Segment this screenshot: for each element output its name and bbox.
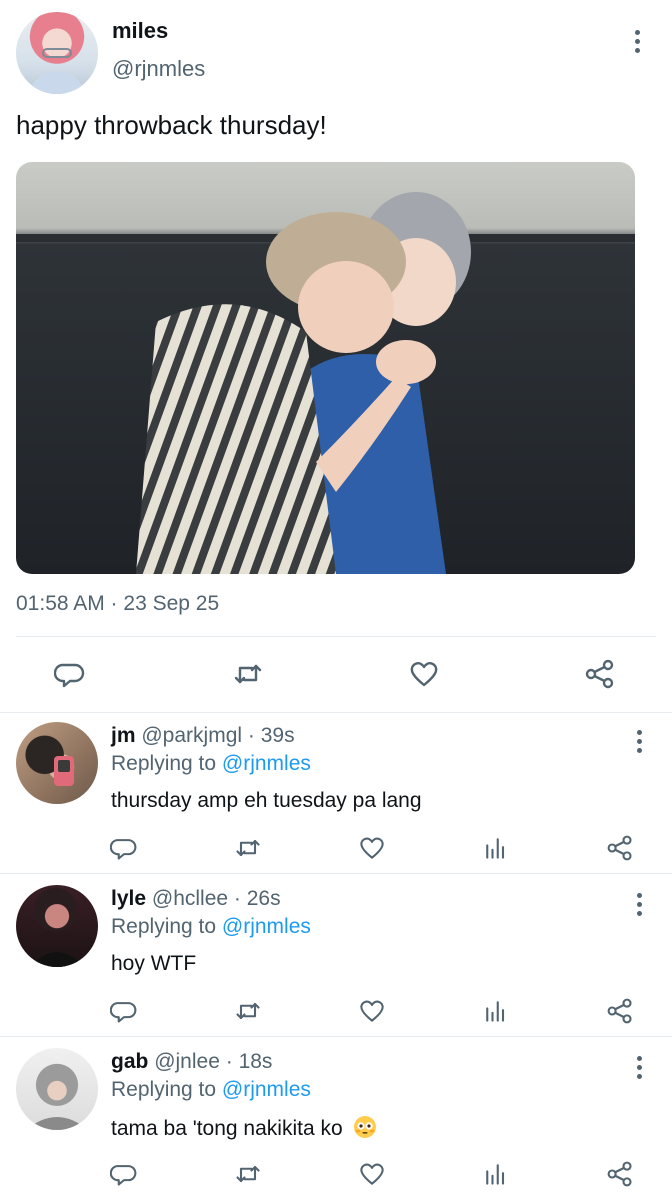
tweet-photo[interactable]: [16, 162, 635, 574]
reply-text: thursday amp eh tuesday pa lang: [111, 789, 422, 812]
reply-author-handle[interactable]: @jnlee: [154, 1050, 220, 1073]
avatar[interactable]: [16, 722, 98, 804]
more-options-icon[interactable]: [634, 30, 640, 53]
reply-author-name[interactable]: gab: [111, 1050, 148, 1073]
reply-age: 39s: [260, 724, 295, 747]
retweet-icon[interactable]: [232, 658, 264, 690]
replying-to-mention[interactable]: @rjnmles: [222, 915, 311, 938]
reply-icon[interactable]: [109, 997, 138, 1025]
reply-text: tama ba 'tong nakikita ko: [111, 1117, 343, 1140]
reply-separator: ·: [247, 724, 255, 747]
author-handle[interactable]: @rjnmles: [112, 56, 205, 82]
divider: [16, 636, 656, 637]
divider: [0, 873, 672, 874]
analytics-icon[interactable]: [482, 997, 510, 1025]
share-icon[interactable]: [606, 834, 634, 862]
reply-icon[interactable]: [109, 1160, 138, 1188]
analytics-icon[interactable]: [482, 834, 510, 862]
like-icon[interactable]: [358, 1160, 386, 1188]
reply-text: hoy WTF: [111, 952, 197, 975]
retweet-icon[interactable]: [234, 997, 262, 1025]
share-icon[interactable]: [584, 658, 616, 690]
author-name[interactable]: miles: [112, 18, 168, 44]
reply-author-handle[interactable]: @hcllee: [152, 887, 228, 910]
like-icon[interactable]: [408, 658, 440, 690]
replying-to-mention[interactable]: @rjnmles: [222, 752, 311, 775]
analytics-icon[interactable]: [482, 1160, 510, 1188]
tweet-timestamp: 01:58 AM · 23 Sep 25: [16, 592, 220, 615]
reply-tweet: lyle @hcllee · 26s Replying to @rjnmles …: [0, 875, 672, 1038]
avatar[interactable]: [16, 1048, 98, 1130]
reply-author-handle[interactable]: @parkjmgl: [141, 724, 242, 747]
retweet-icon[interactable]: [234, 1160, 262, 1188]
reply-separator: ·: [233, 887, 241, 910]
tweet-text: happy throwback thursday!: [16, 110, 327, 140]
more-options-icon[interactable]: [636, 1056, 642, 1079]
divider: [0, 1036, 672, 1037]
replying-to-mention[interactable]: @rjnmles: [222, 1078, 311, 1101]
retweet-icon[interactable]: [234, 834, 262, 862]
like-icon[interactable]: [358, 997, 386, 1025]
reply-tweet: gab @jnlee · 18s Replying to @rjnmles ta…: [0, 1038, 672, 1200]
reply-tweet: jm @parkjmgl · 39s Replying to @rjnmles …: [0, 712, 672, 875]
reply-age: 18s: [238, 1050, 273, 1073]
more-options-icon[interactable]: [636, 893, 642, 916]
replying-to: Replying to @rjnmles: [111, 915, 311, 938]
share-icon[interactable]: [606, 1160, 634, 1188]
main-tweet: miles @rjnmles happy throwback thursday!: [0, 0, 672, 712]
reply-icon[interactable]: [109, 834, 138, 862]
reply-author-name[interactable]: jm: [111, 724, 136, 747]
like-icon[interactable]: [358, 834, 386, 862]
reply-separator: ·: [225, 1050, 233, 1073]
flushed-face-emoji: [353, 1115, 377, 1139]
reply-text-container: tama ba 'tong nakikita ko: [111, 1115, 377, 1141]
avatar[interactable]: [16, 885, 98, 967]
share-icon[interactable]: [606, 997, 634, 1025]
replying-to: Replying to @rjnmles: [111, 1078, 311, 1101]
more-options-icon[interactable]: [636, 730, 642, 753]
avatar[interactable]: [16, 12, 98, 94]
reply-icon[interactable]: [53, 658, 86, 690]
reply-author-name[interactable]: lyle: [111, 887, 146, 910]
replying-to: Replying to @rjnmles: [111, 752, 311, 775]
reply-age: 26s: [246, 887, 281, 910]
